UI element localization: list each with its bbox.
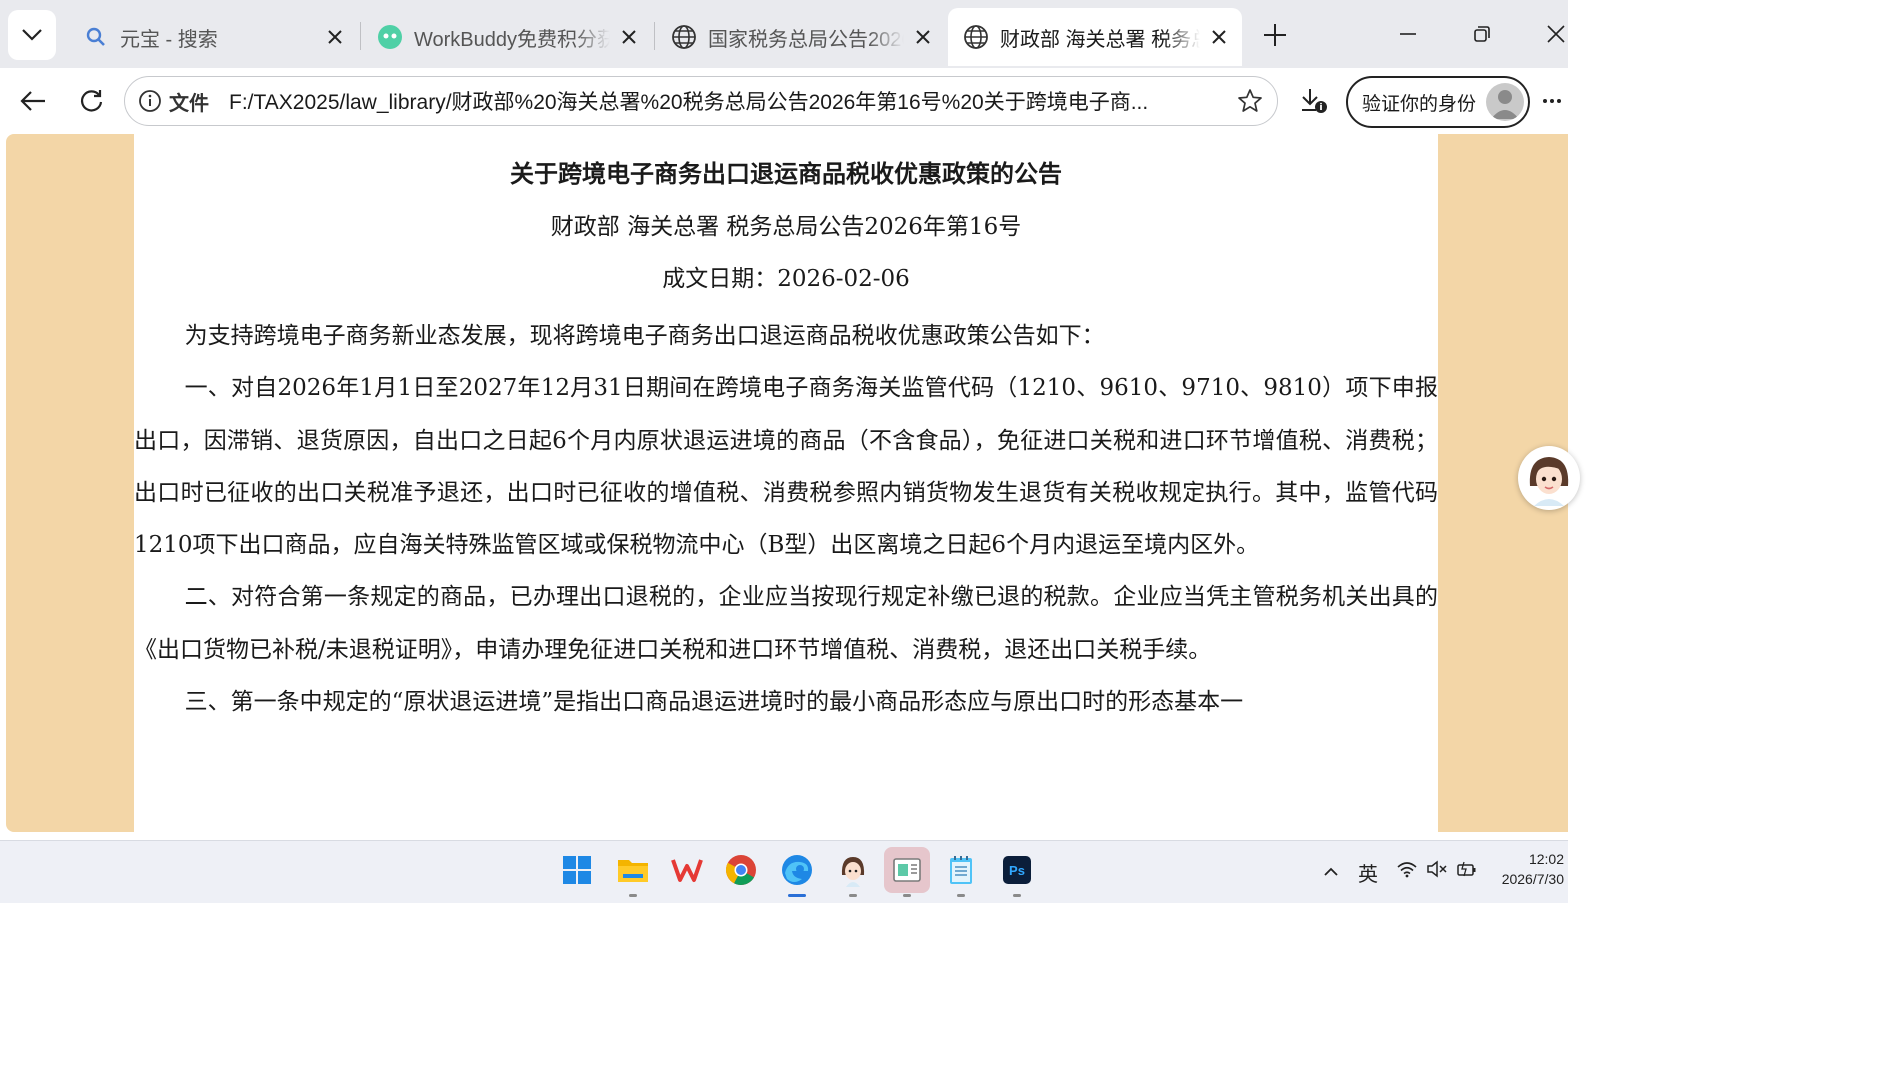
restore-button[interactable] (1462, 14, 1502, 54)
taskbar-photoshop[interactable]: Ps (994, 847, 1040, 897)
paragraph-intro: 为支持跨境电子商务新业态发展，现将跨境电子商务出口退运商品税收优惠政策公告如下： (184, 323, 1105, 349)
assistant-avatar-icon (841, 857, 865, 887)
close-icon[interactable] (912, 26, 934, 48)
tab-strip: 元宝 - 搜索 WorkBuddy免费积分获取 国家税务总局公告2026年 财政… (0, 0, 1568, 68)
active-indicator (788, 894, 806, 897)
wps-icon (671, 859, 703, 882)
taskbar-start[interactable] (554, 847, 600, 893)
more-icon (1543, 99, 1561, 103)
tab-title: WorkBuddy免费积分获取 (414, 28, 610, 51)
address-bar[interactable]: 文件 F:/TAX2025/law_library/财政部%20海关总署%20税… (124, 76, 1278, 126)
document-number: 财政部 海关总署 税务总局公告2026年第16号 (550, 214, 1022, 240)
taskbar-notepad[interactable] (938, 847, 984, 897)
document-page: 关于跨境电子商务出口退运商品税收优惠政策的公告 财政部 海关总署 税务总局公告2… (134, 134, 1438, 832)
taskbar-edge[interactable] (774, 847, 820, 897)
close-icon (1547, 25, 1565, 43)
chrome-icon (725, 855, 756, 885)
reader-app-icon (893, 858, 921, 882)
search-icon (82, 23, 110, 51)
tab-title: 财政部 海关总署 税务总局公告 (1000, 28, 1200, 51)
clock-date: 2026/7/30 (1501, 871, 1564, 887)
address-url[interactable]: F:/TAX2025/law_library/财政部%20海关总署%20税务总局… (229, 86, 1235, 116)
paragraph-article-1: 一、对自2026年1月1日至2027年12月31日期间在跨境电子商务海关监管代码… (134, 375, 1438, 559)
reload-button[interactable] (70, 80, 112, 122)
document-body: 为支持跨境电子商务新业态发展，现将跨境电子商务出口退运商品税收优惠政策公告如下：… (134, 310, 1438, 728)
edge-icon (782, 855, 812, 885)
close-icon[interactable] (324, 26, 346, 48)
globe-icon (670, 23, 698, 51)
profile-button[interactable]: 验证你的身份 (1346, 76, 1530, 128)
taskbar-assistant[interactable] (830, 847, 876, 897)
tab-workbuddy[interactable]: WorkBuddy免费积分获取 (362, 8, 652, 66)
close-icon[interactable] (1208, 26, 1230, 48)
download-icon (1302, 89, 1327, 113)
favorite-star-icon[interactable] (1235, 86, 1265, 116)
tab-title: 国家税务总局公告2026年 (708, 28, 904, 51)
show-hidden-icons-button[interactable] (1318, 867, 1344, 877)
reload-icon (81, 90, 103, 112)
minimize-button[interactable] (1388, 14, 1428, 54)
arrow-left-icon (20, 91, 45, 111)
paragraph-article-3: 三、第一条中规定的“原状退运进境”是指出口商品退运进境时的最小商品形态应与原出口… (184, 689, 1244, 716)
avatar (1486, 83, 1524, 121)
battery-icon[interactable] (1456, 860, 1478, 884)
running-indicator (957, 894, 965, 897)
tab-divider (654, 22, 655, 50)
close-icon[interactable] (618, 26, 640, 48)
notepad-icon (950, 856, 972, 884)
chevron-up-icon (1324, 867, 1338, 876)
plus-icon (1264, 24, 1286, 46)
photoshop-icon: Ps (1003, 856, 1031, 884)
close-window-button[interactable] (1536, 14, 1576, 54)
restore-icon (1474, 26, 1490, 42)
minimize-icon (1400, 33, 1416, 35)
wifi-icon[interactable] (1396, 860, 1418, 884)
floating-assistant-button[interactable] (1518, 446, 1580, 510)
running-indicator (629, 894, 637, 897)
document-title: 关于跨境电子商务出口退运商品税收优惠政策的公告 (510, 159, 1062, 188)
start-icon (563, 856, 591, 884)
taskbar-clock[interactable]: 12:02 2026/7/30 (1502, 849, 1564, 889)
tab-list-button[interactable] (8, 10, 56, 60)
svg-text:Ps: Ps (1009, 863, 1025, 878)
document-date: 成文日期：2026-02-06 (662, 266, 910, 292)
running-indicator (849, 894, 857, 897)
running-indicator (1013, 894, 1021, 897)
file-explorer-icon (618, 860, 648, 882)
chevron-down-icon (22, 29, 42, 41)
address-scheme-label: 文件 (169, 92, 209, 115)
taskbar: Ps 英 12:02 2026/7/30 (0, 840, 1568, 903)
document-viewport[interactable]: 关于跨境电子商务出口退运商品税收优惠政策的公告 财政部 海关总署 税务总局公告2… (6, 134, 1568, 832)
taskbar-file-explorer[interactable] (610, 847, 656, 897)
new-tab-button[interactable] (1258, 18, 1292, 52)
paragraph-article-2: 二、对符合第一条规定的商品，已办理出口退税的，企业应当按现行规定补缴已退的税款。… (134, 584, 1438, 663)
taskbar-reader-app[interactable] (884, 847, 930, 897)
more-menu-button[interactable] (1536, 80, 1568, 122)
back-button[interactable] (12, 80, 54, 122)
globe-icon (962, 23, 990, 51)
workbuddy-icon (376, 23, 404, 51)
info-icon[interactable] (137, 88, 163, 114)
profile-label: 验证你的身份 (1362, 93, 1477, 115)
taskbar-chrome[interactable] (718, 847, 764, 893)
clock-time: 12:02 (1528, 851, 1564, 867)
system-tray: 英 (1318, 841, 1478, 903)
tab-title: 元宝 - 搜索 (120, 28, 218, 51)
browser-toolbar: 文件 F:/TAX2025/law_library/财政部%20海关总署%20税… (0, 68, 1568, 134)
taskbar-wps[interactable] (664, 847, 710, 893)
tab-yuanbao-search[interactable]: 元宝 - 搜索 (68, 8, 358, 66)
running-indicator (903, 894, 911, 897)
tab-divider (360, 22, 361, 50)
downloads-button[interactable] (1292, 80, 1334, 122)
tab-mof-announcement[interactable]: 财政部 海关总署 税务总局公告 (948, 8, 1242, 66)
volume-muted-icon[interactable] (1426, 860, 1448, 884)
tab-sat-announcement[interactable]: 国家税务总局公告2026年 (656, 8, 946, 66)
assistant-avatar-icon (1520, 449, 1578, 507)
input-method-indicator[interactable]: 英 (1358, 858, 1378, 887)
